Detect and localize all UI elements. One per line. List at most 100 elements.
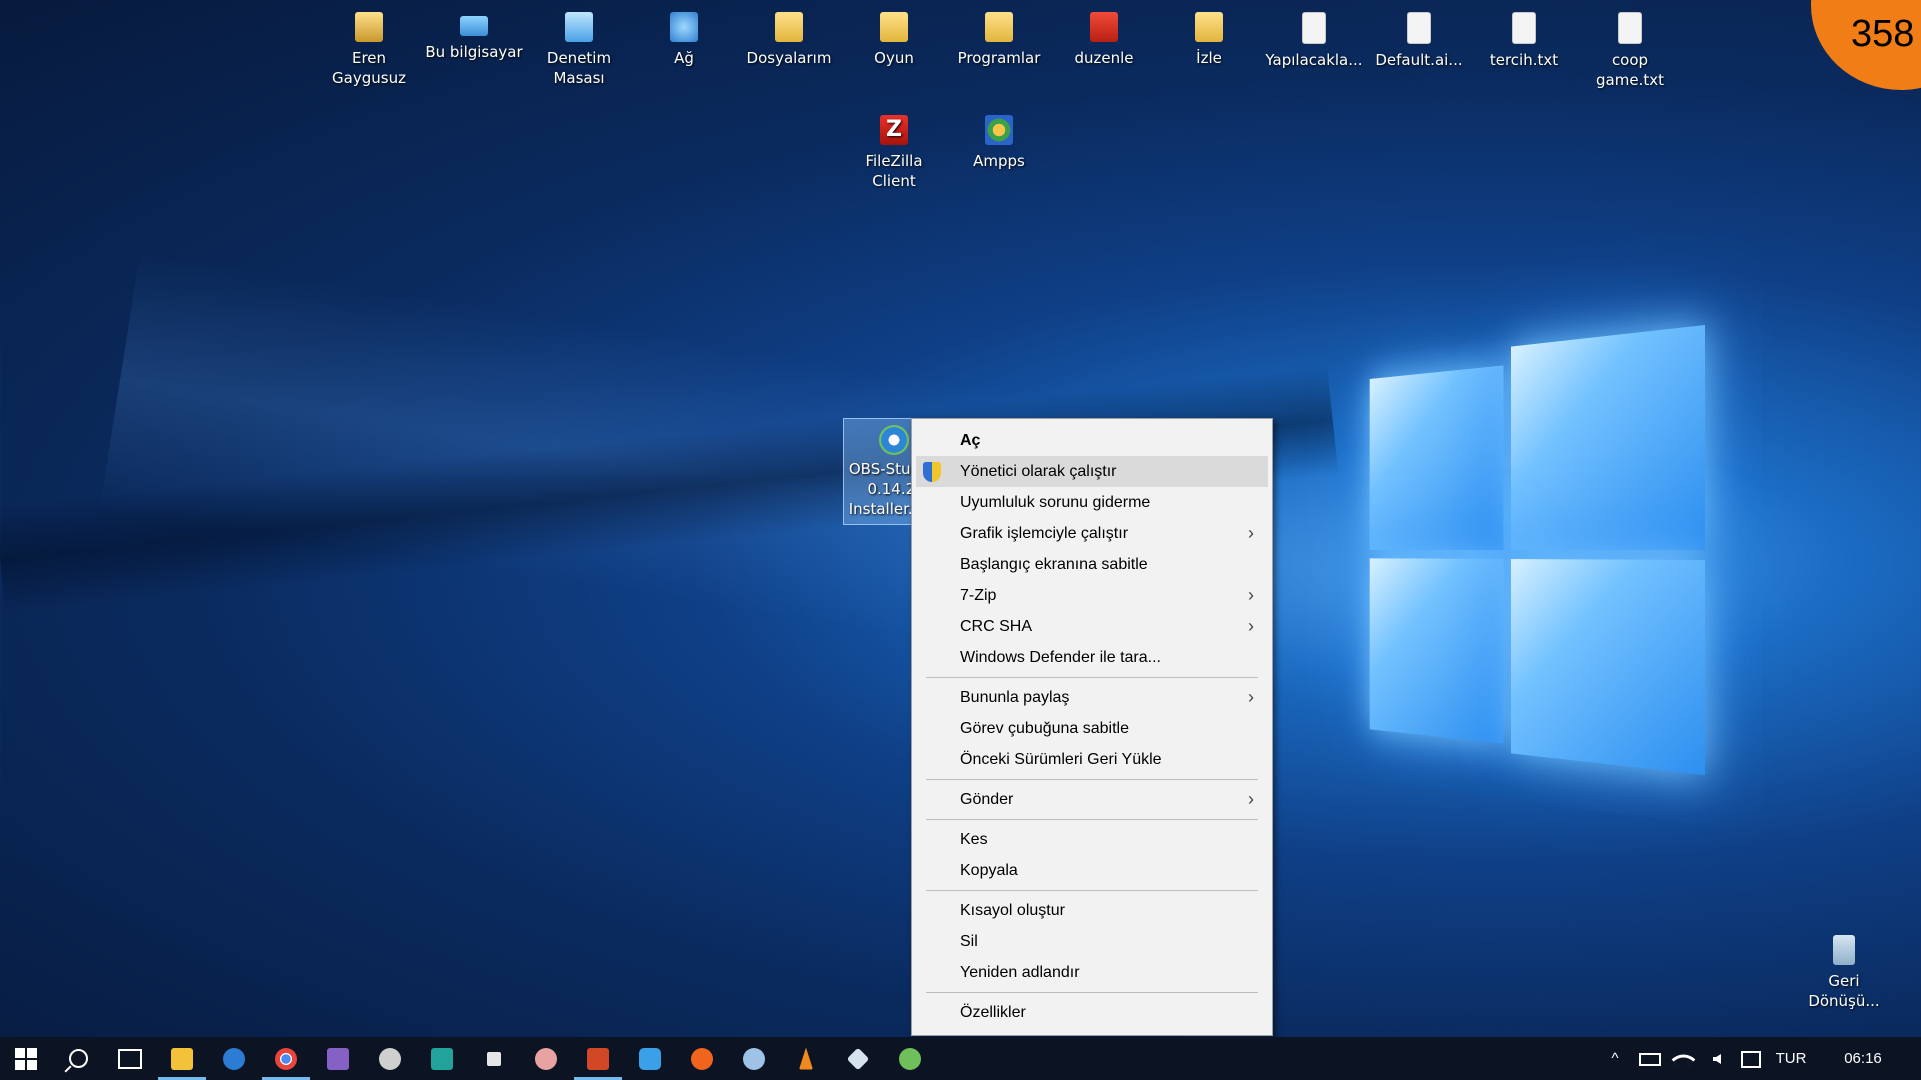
menu-item-delete[interactable]: Sil bbox=[912, 926, 1272, 957]
computer-icon bbox=[460, 16, 488, 36]
taskbar-app-chrome[interactable] bbox=[260, 1037, 312, 1080]
search-icon bbox=[69, 1049, 88, 1068]
taskbar-app-edge[interactable] bbox=[208, 1037, 260, 1080]
menu-item-create-shortcut[interactable]: Kısayol oluştur bbox=[912, 895, 1272, 926]
menu-item-pin-to-taskbar[interactable]: Görev çubuğuna sabitle bbox=[912, 713, 1272, 744]
taskbar-app-visual-studio[interactable] bbox=[312, 1037, 364, 1080]
task-view-button[interactable] bbox=[104, 1037, 156, 1080]
taskbar-app-orange[interactable] bbox=[676, 1037, 728, 1080]
desktop-icon-duzenle[interactable]: duzenle bbox=[1054, 2, 1154, 68]
desktop-icon-izle[interactable]: İzle bbox=[1159, 2, 1259, 68]
desktop-icon-default-ai[interactable]: Default.ai... bbox=[1369, 2, 1469, 70]
taskbar-app-powerpoint[interactable] bbox=[572, 1037, 624, 1080]
network-button[interactable] bbox=[1668, 1037, 1698, 1080]
logo-pane bbox=[1370, 558, 1504, 743]
battery-button[interactable] bbox=[1635, 1037, 1665, 1080]
chevron-right-icon: › bbox=[1248, 580, 1254, 611]
taskbar-app-file-explorer[interactable] bbox=[156, 1037, 208, 1080]
desktop-icon-label: Eren Gaygusuz bbox=[332, 49, 406, 87]
desktop-icon-filezilla[interactable]: Z FileZilla Client bbox=[844, 105, 944, 191]
menu-item-rename[interactable]: Yeniden adlandır bbox=[912, 957, 1272, 988]
powerpoint-icon bbox=[587, 1048, 609, 1070]
desktop-icon-label: Dosyalarım bbox=[747, 49, 832, 67]
menu-item-label: CRC SHA bbox=[960, 618, 1032, 635]
search-button[interactable] bbox=[52, 1037, 104, 1080]
brain-app-icon bbox=[535, 1048, 557, 1070]
menu-item-troubleshoot-compatibility[interactable]: Uyumluluk sorunu giderme bbox=[912, 487, 1272, 518]
taskbar-app-ampps[interactable] bbox=[884, 1037, 936, 1080]
taskbar-app-teal[interactable] bbox=[416, 1037, 468, 1080]
menu-item-defender-scan[interactable]: Windows Defender ile tara... bbox=[912, 642, 1272, 673]
desktop-icon-label: Geri Dönüşü... bbox=[1808, 972, 1879, 1010]
menu-separator bbox=[926, 992, 1258, 993]
taskbar-app-steam[interactable] bbox=[728, 1037, 780, 1080]
menu-item-open[interactable]: Aç bbox=[912, 425, 1272, 456]
folder-icon bbox=[775, 12, 803, 42]
desktop-icon-yapilacaklar[interactable]: Yapılacakla... bbox=[1264, 2, 1364, 70]
taskbar-app-media[interactable] bbox=[468, 1037, 520, 1080]
chevron-right-icon: › bbox=[1248, 518, 1254, 549]
clock[interactable]: 06:16 bbox=[1830, 1037, 1896, 1080]
desktop-icon-bu-bilgisayar[interactable]: Bu bilgisayar bbox=[424, 2, 524, 62]
menu-item-7zip[interactable]: 7-Zip › bbox=[912, 580, 1272, 611]
desktop-icon-dosyalarim[interactable]: Dosyalarım bbox=[739, 2, 839, 68]
speaker-icon bbox=[1713, 1054, 1721, 1064]
start-button[interactable] bbox=[0, 1037, 52, 1080]
uac-shield-icon bbox=[923, 462, 941, 482]
language-indicator[interactable]: TUR bbox=[1770, 1037, 1812, 1080]
taskbar-app-brain[interactable] bbox=[520, 1037, 572, 1080]
desktop-icon-denetim-masasi[interactable]: Denetim Masası bbox=[529, 2, 629, 88]
menu-item-restore-previous-versions[interactable]: Önceki Sürümleri Geri Yükle bbox=[912, 744, 1272, 775]
menu-separator bbox=[926, 779, 1258, 780]
filezilla-icon: Z bbox=[880, 115, 908, 145]
menu-item-properties[interactable]: Özellikler bbox=[912, 997, 1272, 1028]
desktop-icon-label: Programlar bbox=[958, 49, 1041, 67]
action-center-button[interactable] bbox=[1736, 1037, 1766, 1080]
chevron-right-icon: › bbox=[1248, 682, 1254, 713]
menu-item-run-as-admin[interactable]: Yönetici olarak çalıştır bbox=[916, 456, 1268, 487]
windows-logo-wallpaper bbox=[1370, 325, 1705, 775]
desktop-icon-tercih[interactable]: tercih.txt bbox=[1474, 2, 1574, 70]
menu-item-label: Yeniden adlandır bbox=[960, 964, 1080, 981]
taskbar-app-cube[interactable] bbox=[832, 1037, 884, 1080]
menu-item-label: Görev çubuğuna sabitle bbox=[960, 720, 1129, 737]
menu-item-cut[interactable]: Kes bbox=[912, 824, 1272, 855]
installer-icon bbox=[879, 425, 909, 455]
menu-item-pin-to-start[interactable]: Başlangıç ekranına sabitle bbox=[912, 549, 1272, 580]
menu-item-copy[interactable]: Kopyala bbox=[912, 855, 1272, 886]
language-label: TUR bbox=[1776, 1050, 1807, 1067]
menu-item-run-with-gpu[interactable]: Grafik işlemciyle çalıştır › bbox=[912, 518, 1272, 549]
desktop-icon-oyun[interactable]: Oyun bbox=[844, 2, 944, 68]
orange-app-icon bbox=[691, 1048, 713, 1070]
menu-item-label: Özellikler bbox=[960, 1004, 1026, 1021]
desktop-icon-coop-game[interactable]: coop game.txt bbox=[1580, 2, 1680, 90]
menu-item-label: Başlangıç ekranına sabitle bbox=[960, 556, 1148, 573]
desktop-icon-ampps[interactable]: Ampps bbox=[949, 105, 1049, 171]
menu-item-label: Kısayol oluştur bbox=[960, 902, 1065, 919]
badge-number: 358 bbox=[1851, 13, 1914, 56]
chevron-right-icon: › bbox=[1248, 611, 1254, 642]
desktop-icon-ag[interactable]: Ağ bbox=[634, 2, 734, 68]
menu-item-label: Yönetici olarak çalıştır bbox=[960, 463, 1117, 480]
taskbar-app-blue[interactable] bbox=[624, 1037, 676, 1080]
desktop-icon-programlar[interactable]: Programlar bbox=[949, 2, 1049, 68]
menu-item-crc-sha[interactable]: CRC SHA › bbox=[912, 611, 1272, 642]
show-hidden-icons-button[interactable]: ^ bbox=[1600, 1037, 1630, 1080]
taskbar-app-vlc[interactable] bbox=[780, 1037, 832, 1080]
desktop-icon-eren-gaygusuz[interactable]: Eren Gaygusuz bbox=[319, 2, 419, 88]
text-file-icon bbox=[1302, 12, 1326, 44]
volume-button[interactable] bbox=[1702, 1037, 1732, 1080]
windows-start-icon bbox=[15, 1048, 37, 1070]
taskbar-app-gear[interactable] bbox=[364, 1037, 416, 1080]
desktop-icon-label: Bu bilgisayar bbox=[425, 43, 522, 61]
menu-item-send-to[interactable]: Gönder › bbox=[912, 784, 1272, 815]
menu-item-share-with[interactable]: Bununla paylaş › bbox=[912, 682, 1272, 713]
battery-icon bbox=[1639, 1053, 1661, 1066]
desktop-icon-label: Oyun bbox=[874, 49, 914, 67]
menu-item-label: Aç bbox=[960, 432, 980, 449]
vlc-icon bbox=[799, 1048, 813, 1070]
chrome-icon bbox=[275, 1048, 297, 1070]
desktop-icon-recycle-bin[interactable]: Geri Dönüşü... bbox=[1794, 925, 1894, 1011]
menu-item-label: Kopyala bbox=[960, 862, 1018, 879]
menu-separator bbox=[926, 677, 1258, 678]
